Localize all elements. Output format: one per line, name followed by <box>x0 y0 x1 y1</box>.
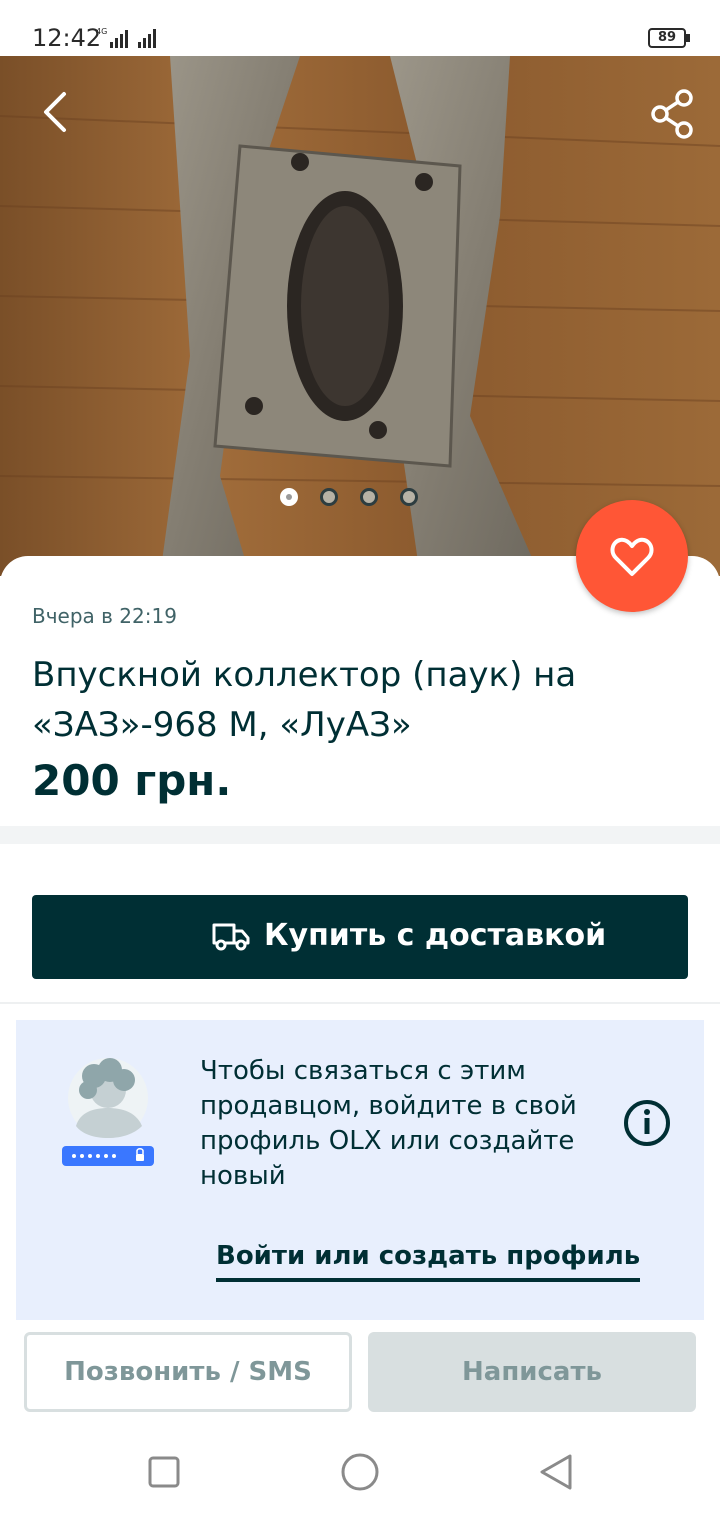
system-back-icon[interactable] <box>538 1452 574 1492</box>
write-button-label: Написать <box>462 1357 602 1387</box>
listing-price: 200 грн. <box>32 756 232 805</box>
call-sms-button[interactable]: Позвонить / SMS <box>24 1332 352 1412</box>
favorite-button[interactable] <box>576 500 688 612</box>
status-time: 12:42 <box>32 24 102 52</box>
battery-icon: 89 <box>648 28 692 48</box>
gallery-dot-3[interactable] <box>360 488 378 506</box>
gallery-dot-1[interactable] <box>280 488 298 506</box>
write-message-button[interactable]: Написать <box>368 1332 696 1412</box>
heart-icon <box>610 537 654 576</box>
gallery-pagination <box>280 488 440 508</box>
status-bar: 12:42 4G 89 <box>0 0 720 56</box>
posted-date: Вчера в 22:19 <box>32 604 177 628</box>
listing-title: Впускной коллектор (паук) на «ЗАЗ»-968 М… <box>32 655 577 745</box>
login-prompt-panel: Чтобы связаться с этим продавцом, войдит… <box>16 1020 704 1320</box>
profile-avatar-icon <box>62 1058 154 1166</box>
network-type-label: 4G <box>96 27 107 36</box>
signal-icon: 4G <box>96 27 156 48</box>
back-arrow-icon[interactable] <box>30 86 82 138</box>
buy-with-delivery-button[interactable]: Купить с доставкой <box>32 895 688 979</box>
info-icon[interactable] <box>622 1098 672 1148</box>
gallery-dot-4[interactable] <box>400 488 418 506</box>
recent-apps-icon[interactable] <box>148 1456 180 1488</box>
photo-gallery[interactable] <box>0 56 720 576</box>
home-icon[interactable] <box>340 1452 380 1492</box>
battery-level: 89 <box>657 30 677 45</box>
login-or-register-link[interactable]: Войти или создать профиль <box>216 1238 641 1282</box>
share-icon[interactable] <box>646 88 698 140</box>
buy-button-label: Купить с доставкой <box>264 918 607 953</box>
gallery-dot-2[interactable] <box>320 488 338 506</box>
section-divider <box>0 826 720 844</box>
divider <box>0 1002 720 1004</box>
delivery-truck-icon <box>212 923 250 951</box>
system-nav-bar <box>0 1424 720 1520</box>
call-button-label: Позвонить / SMS <box>64 1357 312 1387</box>
login-prompt-text: Чтобы связаться с этим продавцом, войдит… <box>200 1056 577 1191</box>
